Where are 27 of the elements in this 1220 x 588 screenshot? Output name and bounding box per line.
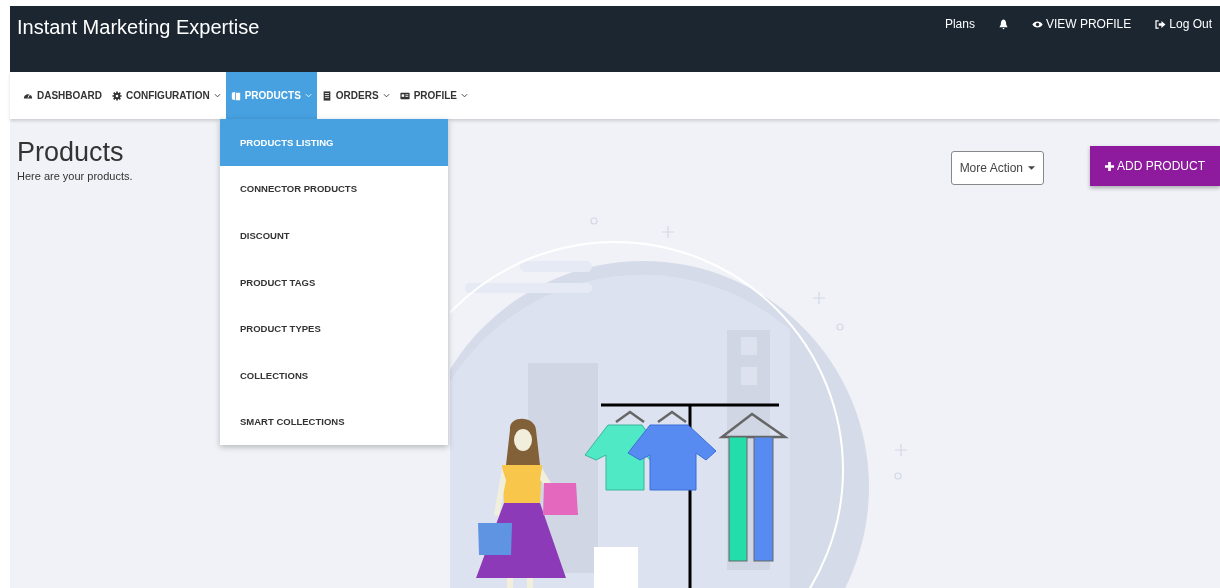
add-product-button[interactable]: ADD PRODUCT: [1090, 146, 1220, 186]
view-profile-link[interactable]: VIEW PROFILE: [1031, 17, 1132, 31]
document-icon: [321, 90, 332, 101]
caret-icon: [1028, 166, 1035, 170]
log-out-link[interactable]: Log Out: [1155, 17, 1212, 31]
nav-tab[interactable]: PROFILE: [394, 72, 473, 119]
menu-item[interactable]: COLLECTIONS: [220, 351, 448, 399]
more-action-button[interactable]: More Action: [950, 151, 1044, 185]
page-subtitle: Here are your products.: [17, 170, 133, 182]
menu-item[interactable]: SMART COLLECTIONS: [220, 398, 448, 446]
menu-item[interactable]: DISCOUNT: [220, 212, 448, 259]
plus-icon: [1105, 161, 1114, 171]
menu-item[interactable]: PRODUCT TAGS: [220, 258, 448, 306]
nav-tab[interactable]: ORDERS: [316, 72, 395, 119]
gear-icon: [112, 90, 122, 101]
eye-icon: [1031, 19, 1043, 29]
plans-link[interactable]: Plans: [944, 17, 975, 31]
app-title: Instant Marketing Expertise: [17, 16, 260, 39]
logout-icon: [1155, 19, 1167, 29]
bell-icon[interactable]: [998, 18, 1008, 30]
nav-tab[interactable]: DASHBOARD: [18, 72, 107, 119]
nav-tab[interactable]: CONFIGURATION: [107, 72, 226, 119]
menu-item[interactable]: CONNECTOR PRODUCTS: [220, 165, 448, 213]
page-title: Products: [17, 137, 125, 168]
id-card-icon: [399, 90, 410, 101]
box-icon: [230, 90, 241, 101]
menu-item[interactable]: PRODUCT TYPES: [220, 305, 448, 352]
